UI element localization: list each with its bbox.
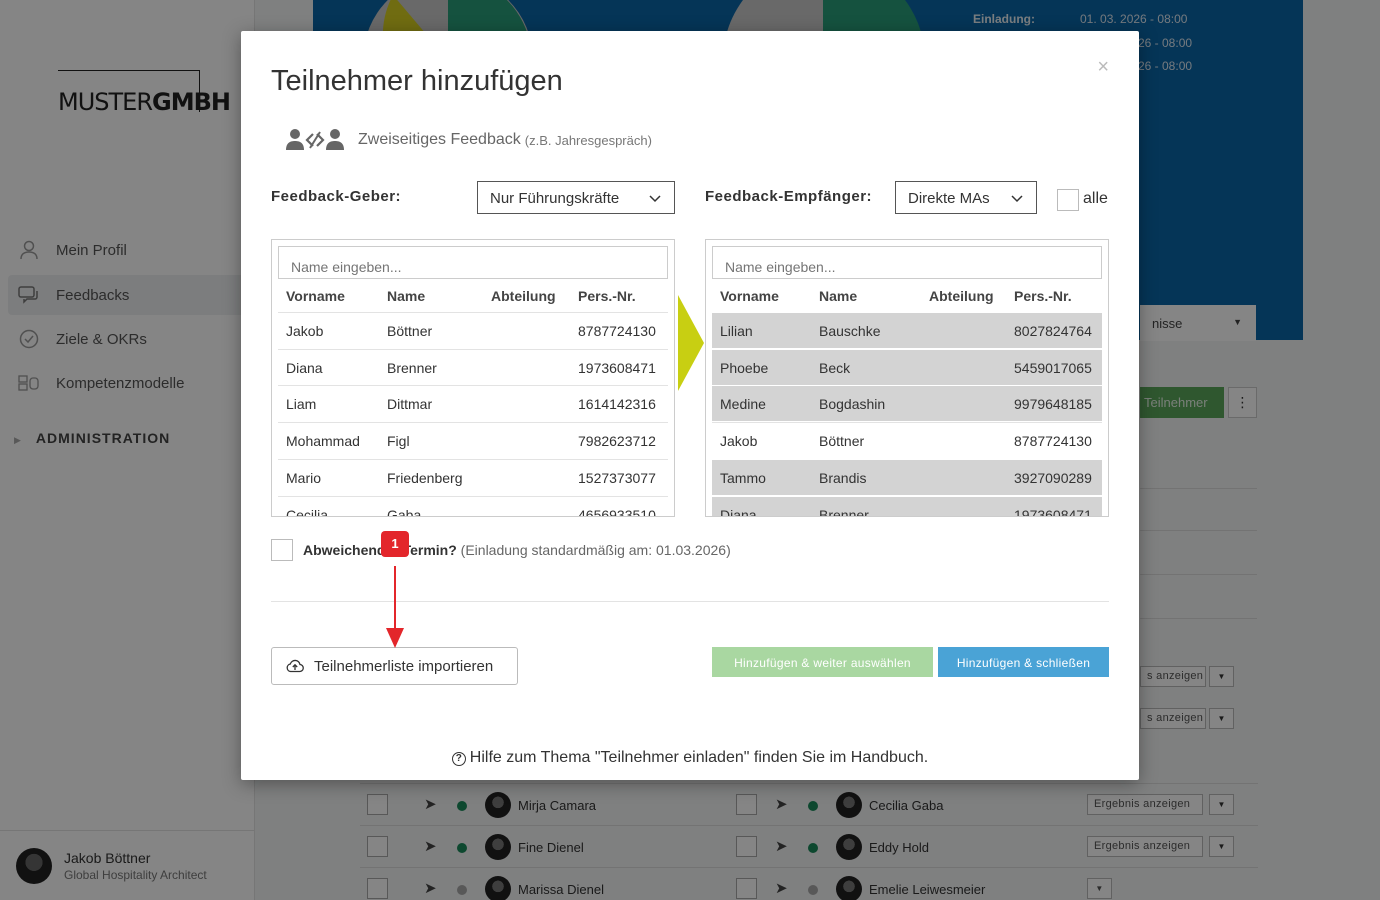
table-cell: 1973608471: [1014, 506, 1092, 517]
modal-title: Teilnehmer hinzufügen: [271, 65, 563, 97]
annotation-arrow: [394, 566, 396, 632]
chevron-down-icon: [649, 195, 661, 203]
giver-label: Feedback-Geber:: [271, 188, 402, 205]
table-cell: 3927090289: [1014, 469, 1092, 486]
giver-search-input[interactable]: [278, 246, 668, 279]
receiver-select[interactable]: Direkte MAs: [895, 181, 1037, 214]
table-cell: Bogdashin: [819, 396, 886, 413]
receiver-table-header: Vorname Name Abteilung Pers.-Nr.: [712, 288, 1102, 312]
close-icon[interactable]: ×: [1097, 57, 1109, 77]
table-cell: Lilian: [720, 323, 753, 339]
add-and-continue-button[interactable]: Hinzufügen & weiter auswählen: [712, 647, 933, 677]
table-cell: Brenner: [387, 359, 437, 376]
column-header[interactable]: Vorname: [286, 288, 345, 304]
giver-select[interactable]: Nur Führungskräfte: [477, 181, 675, 214]
column-header[interactable]: Abteilung: [929, 288, 994, 304]
table-cell: Tammo: [720, 469, 766, 486]
table-cell: 4656933510: [578, 506, 656, 517]
giver-list: Vorname Name Abteilung Pers.-Nr. Jakob Bö…: [271, 239, 675, 517]
table-cell: 8787724130: [1014, 433, 1092, 450]
divider: [271, 601, 1109, 602]
receiver-search-input[interactable]: [712, 246, 1102, 279]
column-header[interactable]: Name: [387, 288, 425, 304]
annotation-badge: 1: [381, 531, 409, 557]
chevron-down-icon: [1011, 195, 1023, 203]
table-row[interactable]: Mario Friedenberg 1527373077: [278, 458, 668, 495]
table-row[interactable]: Lilian Bauschke 8027824764: [712, 312, 1102, 348]
table-cell: 5459017065: [1014, 359, 1092, 376]
table-cell: Dittmar: [387, 396, 433, 413]
select-all-checkbox[interactable]: [1057, 189, 1079, 211]
giver-table-header: Vorname Name Abteilung Pers.-Nr.: [278, 288, 668, 312]
table-cell: Phoebe: [720, 359, 769, 376]
table-row[interactable]: Diana Brenner 1973608471: [712, 495, 1102, 517]
table-cell: Brandis: [819, 469, 867, 486]
column-header[interactable]: Vorname: [720, 288, 779, 304]
column-header[interactable]: Pers.-Nr.: [578, 288, 636, 304]
table-cell: Böttner: [819, 433, 865, 450]
table-cell: Diana: [720, 506, 757, 517]
table-cell: 7982623712: [578, 433, 656, 450]
table-cell: Liam: [286, 396, 317, 413]
table-cell: 8787724130: [578, 323, 656, 339]
table-cell: Diana: [286, 359, 323, 376]
table-cell: Brenner: [819, 506, 869, 517]
table-cell: Figl: [387, 433, 410, 450]
help-text: ? Hilfe zum Thema "Teilnehmer einladen" f…: [241, 749, 1139, 767]
select-all-label: alle: [1083, 190, 1108, 207]
table-row[interactable]: Jakob Böttner 8787724130: [278, 312, 668, 348]
column-header[interactable]: Abteilung: [491, 288, 556, 304]
table-row[interactable]: Diana Brenner 1973608471: [278, 348, 668, 385]
table-row[interactable]: Tammo Brandis 3927090289: [712, 458, 1102, 495]
table-cell: Cecilia: [286, 506, 329, 517]
table-cell: Gaba: [387, 506, 422, 517]
table-row[interactable]: Jakob Böttner 8787724130: [712, 422, 1102, 458]
table-cell: Mario: [286, 469, 322, 486]
table-row[interactable]: Phoebe Beck 5459017065: [712, 348, 1102, 385]
table-cell: Böttner: [387, 323, 433, 339]
table-cell: Jakob: [286, 323, 324, 339]
receiver-label: Feedback-Empfänger:: [705, 188, 873, 205]
receiver-list: Vorname Name Abteilung Pers.-Nr. Lilian B…: [705, 239, 1109, 517]
column-header[interactable]: Pers.-Nr.: [1014, 288, 1072, 304]
table-row[interactable]: Liam Dittmar 1614142316: [278, 385, 668, 421]
table-row[interactable]: Mohammad Figl 7982623712: [278, 422, 668, 458]
table-cell: Friedenberg: [387, 469, 463, 486]
transfer-arrow-icon: [678, 295, 704, 391]
two-way-feedback-icon: [286, 128, 344, 152]
column-header[interactable]: Name: [819, 288, 857, 304]
table-cell: Beck: [819, 359, 851, 376]
feedback-type-label: Zweiseitiges Feedback: [358, 131, 521, 148]
table-cell: Bauschke: [819, 323, 881, 339]
deviating-date-checkbox[interactable]: [271, 539, 293, 561]
table-row[interactable]: Cecilia Gaba 4656933510: [278, 495, 668, 517]
table-cell: 9979648185: [1014, 396, 1092, 413]
add-and-close-button[interactable]: Hinzufügen & schließen: [938, 647, 1109, 677]
question-circle-icon: ?: [451, 752, 466, 766]
table-cell: Medine: [720, 396, 766, 413]
import-participants-button[interactable]: Teilnehmerliste importieren: [271, 647, 518, 685]
annotation-arrow-head: [386, 628, 404, 648]
table-cell: Jakob: [720, 433, 758, 450]
cloud-upload-icon: [286, 659, 304, 673]
deviating-date-label: Abweichender Termin? (Einladung standard…: [303, 542, 731, 558]
table-cell: 8027824764: [1014, 323, 1092, 339]
add-participants-modal: × Teilnehmer hinzufügen Zweiseitiges Fee…: [241, 31, 1139, 780]
table-cell: 1527373077: [578, 469, 656, 486]
table-row[interactable]: Medine Bogdashin 9979648185: [712, 385, 1102, 422]
table-cell: 1614142316: [578, 396, 656, 413]
feedback-type-hint: (z.B. Jahresgespräch): [524, 132, 652, 148]
table-cell: 1973608471: [578, 359, 656, 376]
table-cell: Mohammad: [286, 433, 360, 450]
feedback-type: Zweiseitiges Feedback (z.B. Jahresgesprä…: [286, 128, 652, 152]
